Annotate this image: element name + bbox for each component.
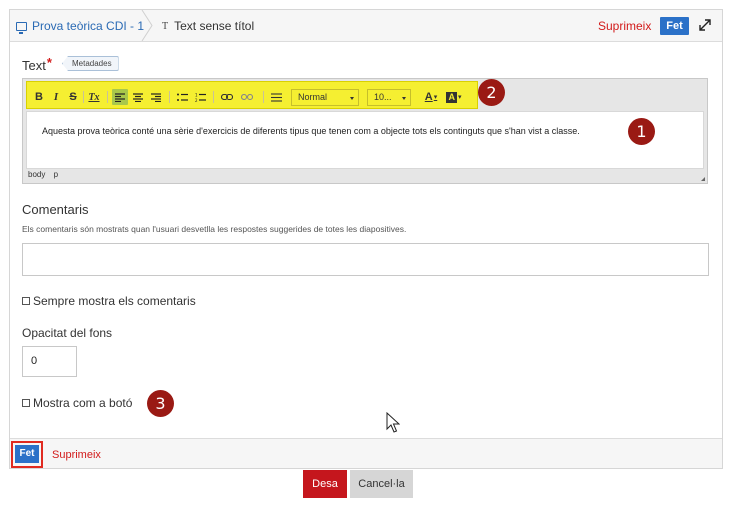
align-center-icon <box>133 92 143 102</box>
align-center-button[interactable] <box>131 89 145 105</box>
comments-help-text: Els comentaris són mostrats quan l'usuar… <box>22 224 407 234</box>
chevron-down-icon <box>350 97 354 100</box>
text-color-button[interactable]: A ▾ <box>421 89 441 105</box>
editor-content-area[interactable]: Aquesta prova teòrica conté una sèrie d'… <box>26 111 704 169</box>
path-p[interactable]: p <box>54 170 58 179</box>
toolbar-separator <box>263 91 264 103</box>
background-color-button[interactable]: A ▾ <box>443 89 465 105</box>
toolbar-separator <box>213 91 214 103</box>
path-body[interactable]: body <box>28 170 45 179</box>
opacity-label: Opacitat del fons <box>22 326 113 340</box>
link-button[interactable] <box>219 89 235 105</box>
monitor-icon <box>16 21 27 34</box>
callout-marker-3: 3 <box>147 390 174 417</box>
align-left-button[interactable] <box>112 89 128 105</box>
callout-marker-1: 1 <box>628 118 655 145</box>
header-done-button[interactable]: Fet <box>660 17 689 35</box>
always-show-comments-checkbox[interactable] <box>22 297 30 305</box>
unlink-icon <box>241 94 253 100</box>
element-path: body p <box>28 170 64 179</box>
font-size-select-value: 10... <box>374 92 392 102</box>
breadcrumb-element: T Text sense títol <box>162 17 254 35</box>
align-right-icon <box>151 92 161 102</box>
bulleted-list-button[interactable] <box>175 89 189 105</box>
resize-handle-icon[interactable] <box>701 177 705 181</box>
clear-format-button[interactable]: Tx <box>87 89 101 105</box>
footer-done-button[interactable]: Fet <box>15 445 39 463</box>
metadata-tag[interactable]: Metadades <box>62 56 119 71</box>
bold-button[interactable]: B <box>33 89 45 105</box>
opacity-input[interactable]: 0 <box>22 346 77 377</box>
chevron-down-icon <box>402 97 406 100</box>
breadcrumb-presentation-label: Prova teòrica CDI - 1 <box>32 19 145 33</box>
toolbar-separator <box>107 91 108 103</box>
link-icon <box>221 94 233 100</box>
format-select[interactable]: Normal <box>291 89 359 106</box>
svg-text:2: 2 <box>195 98 198 102</box>
numbered-list-button[interactable]: 12 <box>193 89 207 105</box>
footer-delete-link[interactable]: Suprimeix <box>52 449 101 461</box>
numbered-list-icon: 12 <box>195 93 206 102</box>
bulleted-list-icon <box>176 93 188 101</box>
strikethrough-button[interactable]: S <box>67 89 79 105</box>
cancel-button[interactable]: Cancel·la <box>350 470 413 498</box>
show-as-button-option[interactable]: Mostra com a botó <box>22 396 132 410</box>
align-left-icon <box>115 92 125 102</box>
horizontal-line-button[interactable] <box>269 89 283 105</box>
text-label: Text <box>22 58 46 73</box>
italic-button[interactable]: I <box>51 89 61 105</box>
save-button[interactable]: Desa <box>303 470 347 498</box>
breadcrumb-presentation[interactable]: Prova teòrica CDI - 1 <box>16 17 144 35</box>
format-select-value: Normal <box>298 92 328 102</box>
header-delete-link[interactable]: Suprimeix <box>598 19 651 33</box>
show-as-button-label: Mostra com a botó <box>33 396 133 410</box>
unlink-button[interactable] <box>239 89 255 105</box>
comments-input[interactable] <box>22 243 709 276</box>
editor-toolbar: B I S Tx 12 Normal 10... A ▾ A ▾ <box>26 81 478 109</box>
required-mark: * <box>46 55 52 70</box>
toolbar-separator <box>83 91 84 103</box>
slide-element-editor: Prova teòrica CDI - 1 T Text sense títol… <box>9 9 723 469</box>
comments-label: Comentaris <box>22 202 89 217</box>
text-field-label: Text* <box>22 55 52 73</box>
rich-text-editor: B I S Tx 12 Normal 10... A ▾ A ▾ Aquesta… <box>22 78 708 184</box>
svg-text:1: 1 <box>195 93 198 98</box>
always-show-comments-label: Sempre mostra els comentaris <box>33 294 196 308</box>
horizontal-line-icon <box>270 92 282 102</box>
callout-marker-2: 2 <box>478 79 505 106</box>
font-size-select[interactable]: 10... <box>367 89 411 106</box>
breadcrumb-element-label: Text sense títol <box>174 19 255 33</box>
background-color-icon: A <box>446 91 457 103</box>
text-element-icon: T <box>162 20 169 32</box>
always-show-comments-option[interactable]: Sempre mostra els comentaris <box>22 294 196 308</box>
expand-icon[interactable] <box>698 18 712 32</box>
editor-footer: Fet Suprimeix <box>10 438 722 468</box>
editor-header: Prova teòrica CDI - 1 T Text sense títol… <box>10 10 722 42</box>
breadcrumb-separator-icon <box>141 10 153 41</box>
align-right-button[interactable] <box>149 89 163 105</box>
show-as-button-checkbox[interactable] <box>22 399 30 407</box>
text-color-icon: A <box>424 91 433 103</box>
toolbar-separator <box>169 91 170 103</box>
mouse-cursor-icon <box>386 412 400 433</box>
